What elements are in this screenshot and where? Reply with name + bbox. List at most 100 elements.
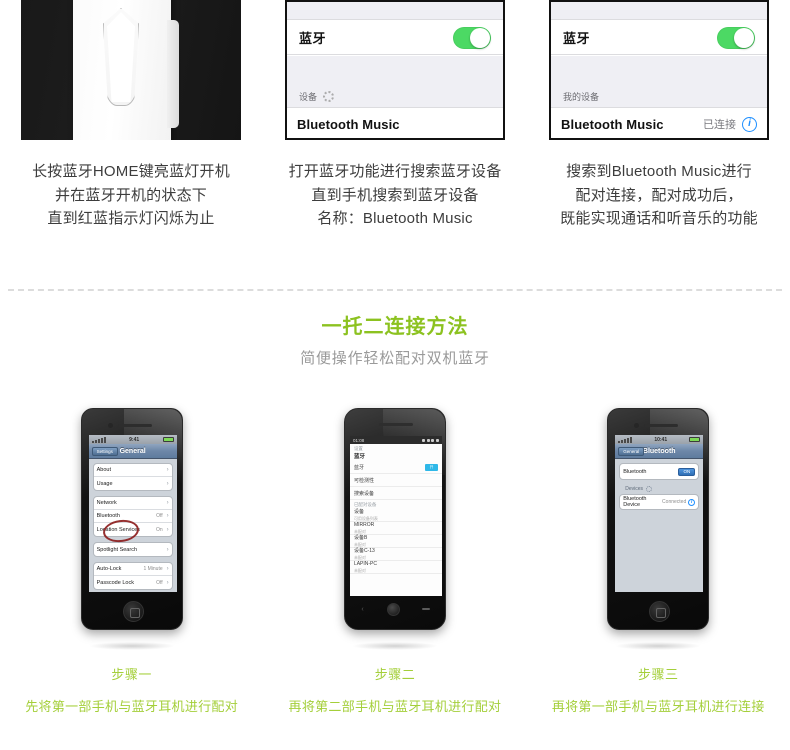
row-label: Network bbox=[96, 500, 117, 506]
bluetooth-toggle[interactable]: 开 bbox=[424, 463, 438, 471]
section-heading: 一托二连接方法 简便操作轻松配对双机蓝牙 bbox=[0, 310, 790, 368]
iphone-screen: 9:41 Settings General About › Usage › Ne… bbox=[88, 435, 177, 592]
ios-device-name: Bluetooth Music bbox=[297, 116, 400, 132]
back-button[interactable]: Settings bbox=[91, 447, 118, 456]
android-header: 设置 蓝牙 bbox=[350, 444, 442, 461]
row-value: 1 Minute bbox=[143, 566, 163, 572]
bottom-step-1-label: 步骤一 bbox=[111, 667, 152, 682]
bluetooth-toggle[interactable]: ON bbox=[678, 467, 696, 476]
list-item[interactable]: Network › bbox=[93, 497, 172, 510]
list-item[interactable]: Auto-Lock 1 Minute › bbox=[93, 563, 172, 576]
list-item-device[interactable]: Bluetooth Device Connected i bbox=[620, 495, 698, 509]
row-label: 蓝牙 bbox=[353, 464, 364, 471]
list-item[interactable]: LAPIN-PC 未配对 bbox=[349, 561, 442, 574]
ios-bluetooth-row[interactable]: 蓝牙 bbox=[287, 21, 503, 55]
row-value: Off bbox=[156, 513, 163, 519]
ios-nav-bar: General Bluetooth bbox=[615, 444, 704, 459]
iphone-chassis: 10:41 General Bluetooth Bluetooth ON Dev… bbox=[607, 408, 710, 630]
top-step-2: 蓝牙 设备 Bluetooth Music 打开蓝牙功能进行搜索蓝牙设备 直到手… bbox=[281, 0, 509, 250]
ios-status-bar: 9:41 bbox=[88, 435, 177, 444]
signal-icon bbox=[431, 438, 435, 442]
caption-line: 直到手机搜索到蓝牙设备 bbox=[311, 186, 479, 204]
home-button[interactable] bbox=[386, 602, 400, 616]
back-icon[interactable]: ‹ bbox=[361, 606, 363, 613]
list-item[interactable]: Usage › bbox=[94, 477, 172, 490]
caption-line: 配对连接，配对成功后， bbox=[575, 186, 743, 204]
caption-line: 直到红蓝指示灯闪烁为止 bbox=[47, 210, 215, 228]
top-step-1: 长按蓝牙HOME键亮蓝灯开机 并在蓝牙开机的状态下 直到红蓝指示灯闪烁为止 bbox=[17, 0, 245, 250]
back-button[interactable]: General bbox=[618, 447, 645, 456]
row-right: › bbox=[165, 547, 169, 553]
row-sub: 未配对 bbox=[353, 567, 366, 573]
list-item[interactable]: 可检测性 bbox=[349, 474, 442, 487]
bottom-step-3-label: 步骤三 bbox=[637, 667, 679, 682]
ios-bluetooth-label: 蓝牙 bbox=[299, 31, 327, 46]
row-label: Bluetooth bbox=[623, 468, 647, 475]
row-right: Connected i bbox=[662, 498, 696, 506]
iphone-bluetooth-settings: 10:41 General Bluetooth Bluetooth ON Dev… bbox=[599, 400, 717, 640]
ios-device-row[interactable]: Bluetooth Music bbox=[287, 107, 503, 138]
row-value: Off bbox=[156, 579, 163, 586]
row-label: MIRROR bbox=[353, 521, 375, 528]
info-icon[interactable]: i bbox=[742, 116, 757, 132]
ios-section-header: 设备 bbox=[287, 86, 503, 107]
device-name: Bluetooth Device bbox=[623, 496, 647, 508]
chevron-right-icon: › bbox=[166, 513, 169, 519]
list-item[interactable]: 蓝牙 开 bbox=[349, 461, 442, 474]
top-step-2-caption: 打开蓝牙功能进行搜索蓝牙设备 直到手机搜索到蓝牙设备 名称：Bluetooth … bbox=[289, 160, 502, 231]
section-subtitle: 简便操作轻松配对双机蓝牙 bbox=[300, 350, 490, 367]
row-value: On bbox=[155, 526, 163, 533]
chevron-right-icon: › bbox=[166, 579, 169, 586]
ios-spacer bbox=[551, 56, 767, 86]
section-divider bbox=[8, 289, 782, 291]
info-icon[interactable]: i bbox=[688, 498, 696, 506]
caption-line: 长按蓝牙HOME键亮蓝灯开机 bbox=[32, 163, 230, 180]
list-item-bluetooth[interactable]: Bluetooth ON bbox=[620, 464, 698, 479]
list-item[interactable]: About › bbox=[93, 464, 172, 477]
ios-device-status: 已连接 bbox=[703, 119, 736, 131]
ios-bluetooth-row[interactable]: 蓝牙 bbox=[551, 21, 767, 55]
ios-section-header-label: 设备 bbox=[299, 92, 318, 102]
bluetooth-device-photo bbox=[21, 0, 241, 140]
ios-top-band bbox=[551, 2, 767, 20]
device-side-button bbox=[167, 20, 179, 128]
menu-icon[interactable] bbox=[422, 608, 431, 610]
front-camera-icon bbox=[634, 423, 640, 428]
ios-device-row[interactable]: Bluetooth Music 已连接 i bbox=[551, 107, 767, 138]
list-item[interactable]: Spotlight Search › bbox=[94, 543, 172, 556]
settings-group: Bluetooth ON bbox=[619, 463, 700, 480]
section-title: 一托二连接方法 bbox=[321, 316, 469, 338]
ios-bluetooth-searching-screenshot: 蓝牙 设备 Bluetooth Music bbox=[285, 0, 505, 140]
toggle-knob bbox=[470, 27, 490, 48]
signal-icon bbox=[618, 436, 633, 443]
list-item[interactable]: 设备 可用设备列表 bbox=[349, 509, 442, 522]
chevron-right-icon: › bbox=[166, 546, 169, 553]
row-label: 设备B bbox=[353, 535, 368, 541]
ios-section-header: 我的设备 bbox=[551, 86, 767, 107]
caption-line: 名称：Bluetooth Music bbox=[317, 210, 473, 228]
row-label: Passcode Lock bbox=[96, 579, 134, 586]
ios-device-right: 已连接 i bbox=[703, 116, 757, 132]
row-label: About bbox=[96, 467, 112, 473]
status-icons bbox=[422, 438, 439, 442]
ios-bluetooth-toggle[interactable] bbox=[717, 26, 755, 49]
ios-spacer bbox=[287, 56, 503, 86]
list-item[interactable]: Passcode Lock Off › bbox=[94, 576, 172, 589]
row-right: › bbox=[165, 467, 169, 473]
list-item[interactable]: 搜索设备 bbox=[349, 487, 442, 500]
row-label: Auto-Lock bbox=[96, 566, 122, 572]
battery-icon bbox=[689, 437, 701, 442]
wifi-icon bbox=[426, 438, 430, 442]
top-step-1-caption: 长按蓝牙HOME键亮蓝灯开机 并在蓝牙开机的状态下 直到红蓝指示灯闪烁为止 bbox=[32, 160, 230, 231]
home-button[interactable] bbox=[122, 601, 144, 622]
caption-line: 既能实现通话和听音乐的功能 bbox=[560, 210, 758, 228]
list-item[interactable]: 设备C-13 未配对 bbox=[349, 548, 442, 561]
home-button[interactable] bbox=[649, 601, 671, 622]
spinner-icon bbox=[646, 486, 653, 492]
toggle-knob bbox=[734, 27, 754, 48]
ios-status-bar: 10:41 bbox=[615, 435, 704, 444]
chevron-right-icon: › bbox=[166, 467, 169, 473]
ios-bluetooth-toggle[interactable] bbox=[453, 26, 491, 49]
ios-section-header-label: 我的设备 bbox=[563, 92, 600, 102]
iphone-general-settings: 9:41 Settings General About › Usage › Ne… bbox=[73, 400, 191, 640]
